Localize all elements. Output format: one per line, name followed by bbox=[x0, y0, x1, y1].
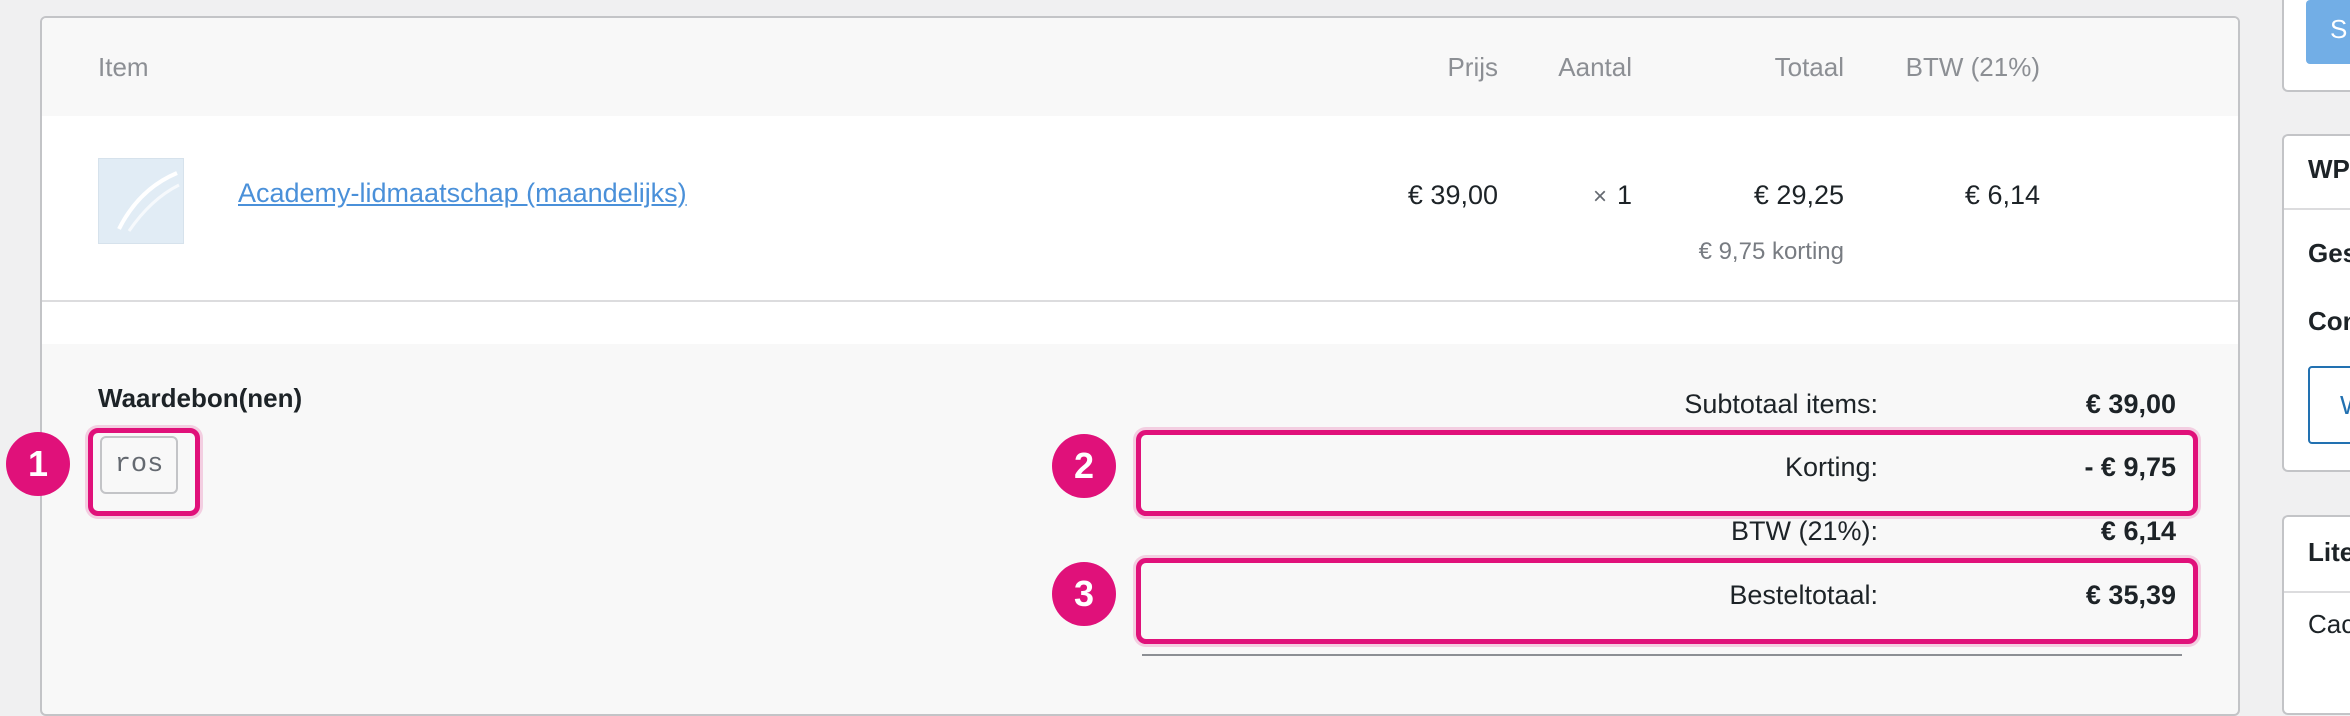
row-btw: € 6,14 bbox=[1964, 180, 2040, 210]
row-spacer bbox=[42, 302, 2238, 344]
sidebar-card-wp: WP Ges Con W bbox=[2282, 134, 2350, 472]
sidebar-card-wp-button[interactable]: W bbox=[2308, 366, 2350, 444]
row-prijs: € 39,00 bbox=[1407, 180, 1498, 210]
tax-value: € 6,14 bbox=[2100, 516, 2176, 546]
multiply-icon: × bbox=[1592, 183, 1607, 210]
product-thumbnail bbox=[98, 158, 184, 244]
sidebar-save-button-label: S bbox=[2330, 14, 2348, 44]
row-aantal-value: 1 bbox=[1616, 180, 1632, 210]
sidebar-card-lite: Lite Cac bbox=[2282, 515, 2350, 715]
sidebar-card-lite-line1: Cac bbox=[2308, 609, 2350, 639]
coupons-title: Waardebon(nen) bbox=[98, 383, 303, 413]
sidebar-card-wp-line2: Con bbox=[2308, 306, 2350, 336]
header-item: Item bbox=[98, 52, 149, 82]
highlight-coupon bbox=[88, 428, 200, 516]
sidebar-divider bbox=[2284, 208, 2350, 210]
items-table-header: Item Prijs Aantal Totaal BTW (21%) bbox=[42, 18, 2238, 116]
sidebar-card-wp-title: WP bbox=[2308, 154, 2350, 184]
annotation-badge-3: 3 bbox=[1052, 562, 1116, 626]
subtotal-label: Subtotaal items: bbox=[1684, 389, 1878, 419]
image-placeholder-icon bbox=[117, 171, 180, 232]
header-btw: BTW (21%) bbox=[1905, 52, 2040, 82]
sidebar-divider bbox=[2284, 591, 2350, 593]
header-prijs: Prijs bbox=[1447, 52, 1498, 82]
tax-label: BTW (21%): bbox=[1730, 516, 1878, 546]
row-totaal: € 29,25 bbox=[1753, 180, 1844, 210]
highlight-discount bbox=[1136, 430, 2198, 516]
sidebar-card-wp-button-label: W bbox=[2340, 390, 2350, 421]
row-discount-note: € 9,75 korting bbox=[1698, 238, 1844, 265]
totals-divider bbox=[1142, 654, 2182, 656]
sidebar-card-lite-title: Lite bbox=[2308, 537, 2350, 567]
header-totaal: Totaal bbox=[1774, 52, 1844, 82]
product-link[interactable]: Academy-lidmaatschap (maandelijks) bbox=[238, 178, 687, 209]
annotation-badge-2: 2 bbox=[1052, 434, 1116, 498]
table-row: Academy-lidmaatschap (maandelijks) € 39,… bbox=[42, 116, 2238, 302]
sidebar-save-button[interactable]: S bbox=[2306, 0, 2350, 64]
highlight-order-total bbox=[1136, 558, 2198, 644]
subtotal-value: € 39,00 bbox=[2085, 389, 2176, 419]
sidebar-card-wp-line1: Ges bbox=[2308, 238, 2350, 268]
header-aantal: Aantal bbox=[1558, 52, 1632, 82]
row-aantal: × 1 bbox=[1593, 180, 1632, 211]
annotation-badge-1: 1 bbox=[6, 432, 70, 496]
